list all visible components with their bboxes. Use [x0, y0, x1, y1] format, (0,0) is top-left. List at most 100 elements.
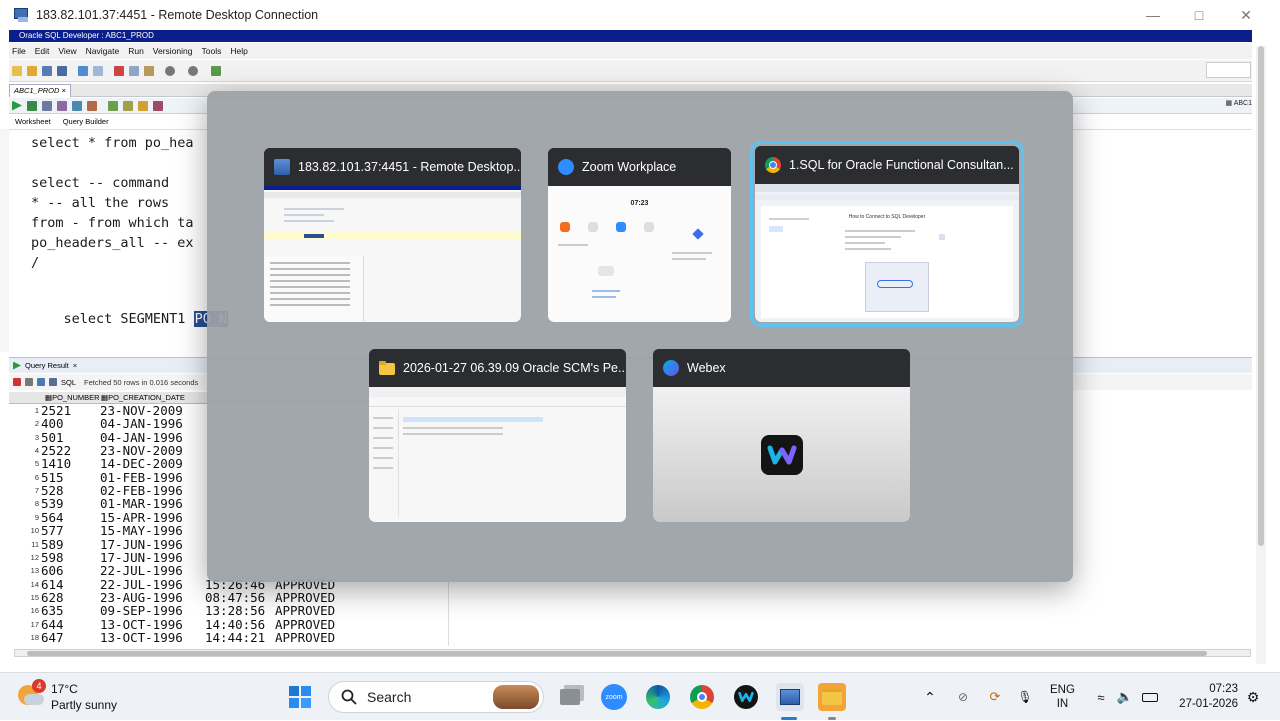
cell-po-creation-date[interactable]: 13-OCT-1996 [100, 617, 183, 631]
battery-icon[interactable] [1141, 673, 1159, 721]
cell-po-number[interactable]: 1410 [41, 457, 71, 471]
sql-tuning-icon[interactable] [108, 100, 118, 111]
sql-label[interactable]: SQL [61, 378, 76, 387]
connection-selector[interactable]: ▦ ABC1 [1226, 99, 1252, 107]
undo-icon[interactable] [78, 65, 88, 76]
menu-versioning[interactable]: Versioning [153, 46, 193, 56]
cell-po-number[interactable]: 501 [41, 430, 64, 444]
cell-status[interactable]: APPROVED [275, 591, 335, 605]
menu-help[interactable]: Help [230, 46, 247, 56]
cell-po-number[interactable]: 614 [41, 577, 64, 591]
edit-icon[interactable] [138, 100, 148, 111]
toolbar-search-field[interactable] [1206, 62, 1251, 78]
run-statement-icon[interactable] [12, 100, 22, 111]
switcher-card-zoom[interactable]: Zoom Workplace 07:23 [548, 148, 731, 322]
cell-po-creation-date[interactable]: 04-JAN-1996 [100, 430, 183, 444]
cell-status[interactable]: APPROVED [275, 617, 335, 631]
switcher-card-remote-desktop[interactable]: 183.82.101.37:4451 - Remote Desktop... [264, 148, 521, 322]
remote-desktop-taskbar-icon[interactable] [776, 683, 804, 711]
wifi-icon[interactable]: ≈ [1093, 673, 1109, 721]
cut-icon[interactable] [114, 65, 124, 76]
horizontal-scroll-thumb[interactable] [27, 651, 1207, 656]
print-icon[interactable] [25, 378, 33, 386]
run-script-icon[interactable] [27, 100, 37, 111]
cell-po-creation-date[interactable]: 23-AUG-1996 [100, 591, 183, 605]
explain-plan-icon[interactable] [72, 100, 82, 111]
table-row[interactable]: 15 628 23-AUG-1996 08:47:56 APPROVED [9, 591, 449, 605]
maximize-button[interactable]: □ [1176, 0, 1222, 30]
open-folder-icon[interactable] [27, 65, 37, 76]
webex-taskbar-icon[interactable] [732, 683, 760, 711]
table-row[interactable]: 17 644 13-OCT-1996 14:40:56 APPROVED [9, 617, 449, 631]
sql-icon[interactable] [49, 378, 57, 386]
cell-time[interactable]: 13:28:56 [205, 604, 265, 618]
cell-po-creation-date[interactable]: 01-MAR-1996 [100, 497, 183, 511]
language-indicator[interactable]: ENG IN [1050, 673, 1075, 721]
menu-file[interactable]: File [12, 46, 26, 56]
save-icon[interactable] [42, 65, 52, 76]
switcher-card-webex[interactable]: Webex [653, 349, 910, 522]
start-icon[interactable] [286, 683, 314, 711]
horizontal-scrollbar[interactable] [14, 649, 1251, 657]
redo-icon[interactable] [93, 65, 103, 76]
pin-icon[interactable] [13, 378, 21, 386]
zoom-taskbar-icon[interactable]: zoom [600, 683, 628, 711]
switcher-card-chrome[interactable]: 1.SQL for Oracle Functional Consultan...… [750, 141, 1024, 327]
weather-desc[interactable]: Partly sunny [51, 698, 117, 712]
file-explorer-taskbar-icon[interactable] [818, 683, 846, 711]
cell-po-creation-date[interactable]: 23-NOV-2009 [100, 444, 183, 458]
connections-icon[interactable] [211, 65, 221, 76]
cell-po-number[interactable]: 515 [41, 470, 64, 484]
cell-po-number[interactable]: 628 [41, 591, 64, 605]
vertical-scroll-thumb[interactable] [1258, 46, 1264, 546]
table-row[interactable]: 18 647 13-OCT-1996 14:44:21 APPROVED [9, 631, 449, 645]
cell-po-number[interactable]: 539 [41, 497, 64, 511]
menu-edit[interactable]: Edit [35, 46, 50, 56]
tray-camera-off-icon[interactable]: ⊘ [954, 673, 972, 721]
weather-temp[interactable]: 17°C [51, 682, 78, 696]
minimize-button[interactable]: — [1130, 0, 1176, 30]
cell-po-number[interactable]: 647 [41, 631, 64, 645]
save-all-icon[interactable] [57, 65, 67, 76]
cell-po-creation-date[interactable]: 04-JAN-1996 [100, 417, 183, 431]
tray-microphone-icon[interactable]: 🎙 [1017, 673, 1033, 721]
paste-icon[interactable] [144, 65, 154, 76]
cell-po-creation-date[interactable]: 14-DEC-2009 [100, 457, 183, 471]
cell-po-creation-date[interactable]: 01-FEB-1996 [100, 470, 183, 484]
cell-po-creation-date[interactable]: 09-SEP-1996 [100, 604, 183, 618]
chrome-taskbar-icon[interactable] [688, 683, 716, 711]
rollback-icon[interactable] [57, 100, 67, 111]
taskbar-search[interactable]: Search [328, 681, 544, 713]
vertical-scrollbar[interactable] [1256, 46, 1266, 664]
back-icon[interactable] [165, 65, 175, 76]
cell-time[interactable]: 14:44:21 [205, 631, 265, 645]
menu-tools[interactable]: Tools [202, 46, 222, 56]
cell-status[interactable]: APPROVED [275, 604, 335, 618]
tab-query-builder[interactable]: Query Builder [57, 116, 115, 128]
cell-po-number[interactable]: 589 [41, 537, 64, 551]
cell-time[interactable]: 14:40:56 [205, 617, 265, 631]
cell-po-number[interactable]: 598 [41, 551, 64, 565]
edge-icon[interactable] [644, 683, 672, 711]
weather-icon[interactable]: 4 [18, 679, 46, 708]
cell-po-creation-date[interactable]: 23-NOV-2009 [100, 404, 183, 418]
cell-po-number[interactable]: 564 [41, 510, 64, 524]
cell-po-creation-date[interactable]: 22-JUL-1996 [100, 564, 183, 578]
menu-navigate[interactable]: Navigate [86, 46, 120, 56]
cell-po-number[interactable]: 528 [41, 484, 64, 498]
cell-po-number[interactable]: 577 [41, 524, 64, 538]
cell-po-creation-date[interactable]: 17-JUN-1996 [100, 537, 183, 551]
table-row[interactable]: 16 635 09-SEP-1996 13:28:56 APPROVED [9, 604, 449, 618]
close-result-icon[interactable]: × [73, 361, 77, 370]
close-button[interactable]: ✕ [1223, 0, 1269, 30]
tab-query-result[interactable]: Query Result [25, 361, 69, 370]
tab-worksheet[interactable]: Worksheet [9, 116, 57, 128]
menu-view[interactable]: View [58, 46, 76, 56]
cell-po-number[interactable]: 644 [41, 617, 64, 631]
cell-time[interactable]: 08:47:56 [205, 591, 265, 605]
new-file-icon[interactable] [12, 65, 22, 76]
clock[interactable]: 07:23 27-01-2026 [1172, 673, 1238, 721]
tray-sync-icon[interactable]: ⟳ [986, 673, 1004, 721]
cell-po-number[interactable]: 2521 [41, 404, 71, 418]
cell-po-creation-date[interactable]: 17-JUN-1996 [100, 551, 183, 565]
